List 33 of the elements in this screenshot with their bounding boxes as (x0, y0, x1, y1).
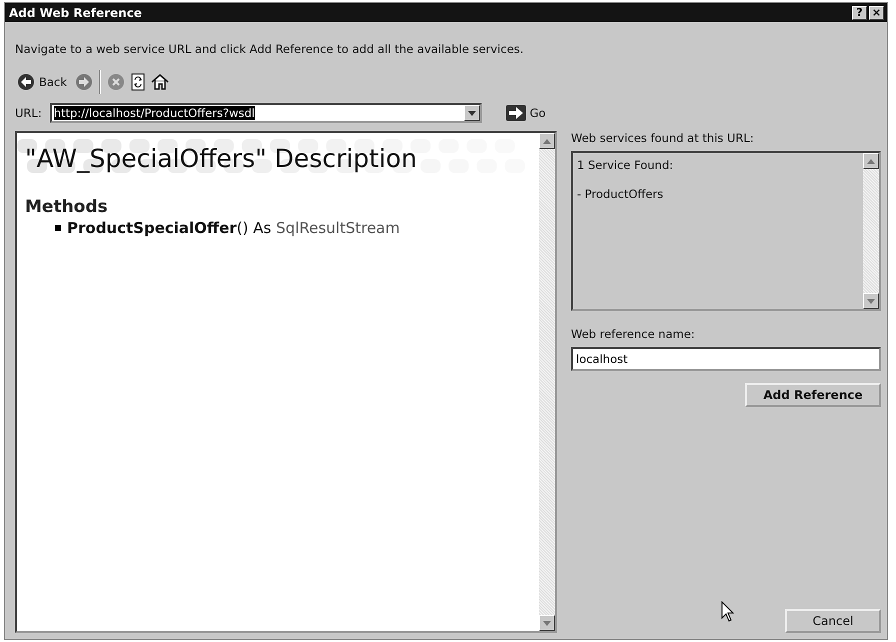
reference-name-label: Web reference name: (571, 327, 696, 341)
url-label: URL: (15, 106, 42, 120)
service-line: 1 Service Found: (577, 158, 674, 172)
service-line: - ProductOffers (577, 187, 664, 201)
add-reference-button[interactable]: Add Reference (745, 383, 881, 407)
help-button[interactable]: ? (852, 6, 867, 20)
services-label: Web services found at this URL: (571, 131, 755, 145)
scroll-up-icon (543, 138, 551, 144)
scroll-down-icon (543, 620, 551, 626)
method-signature: ProductSpecialOffer() As SqlResultStream (67, 219, 400, 237)
arrow-icon (506, 105, 526, 121)
url-combo-box[interactable]: http://localhost/ProductOffers?wsdl (50, 103, 482, 123)
window-title: Add Web Reference (9, 6, 142, 20)
scroll-bar[interactable] (539, 133, 555, 631)
instruction-text: Navigate to a web service URL and click Add Reference to add all the available services. (15, 42, 525, 56)
description-title: "AW_SpecialOffers" Description (25, 144, 417, 172)
reference-name-field[interactable]: localhost (571, 347, 881, 371)
back-button[interactable]: Back (15, 73, 69, 91)
refresh-icon[interactable] (130, 73, 145, 91)
dropdown-button[interactable] (464, 105, 480, 121)
methods-heading: Methods (25, 197, 109, 217)
stop-icon[interactable] (106, 73, 125, 91)
bullet-icon (55, 225, 61, 231)
go-button[interactable]: Go (504, 105, 548, 121)
close-button[interactable]: × (869, 6, 884, 20)
caret-icon (468, 110, 476, 116)
scroll-up-icon (867, 158, 875, 164)
home-icon[interactable] (150, 73, 169, 91)
scroll-bar[interactable] (863, 153, 879, 309)
cancel-button[interactable]: Cancel (785, 609, 881, 633)
scroll-down-icon (867, 298, 875, 304)
mouse-pointer-icon (721, 601, 735, 623)
forward-icon[interactable] (74, 73, 93, 91)
